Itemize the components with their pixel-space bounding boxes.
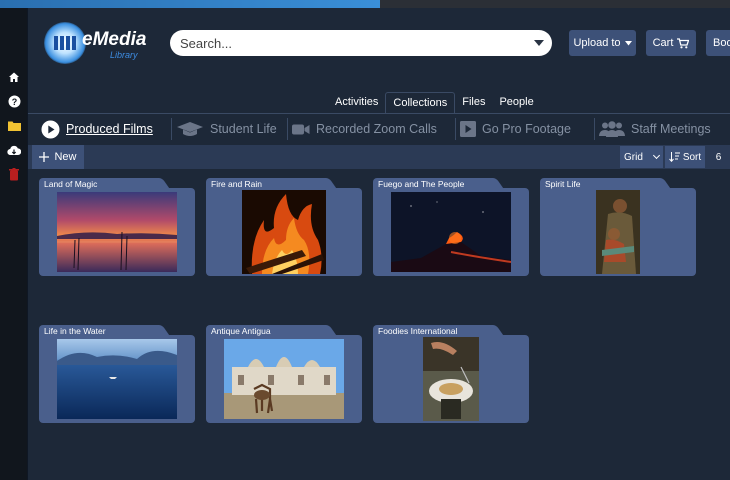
play-icon [41, 120, 60, 138]
folder-card[interactable]: Land of Magic [39, 178, 195, 276]
book-label: Boo [713, 37, 730, 49]
header: eMedia Library Upload to Cart Boo [28, 8, 730, 82]
folder-card[interactable]: Foodies International [373, 325, 529, 423]
search-box[interactable] [170, 30, 552, 56]
cloud-download-icon[interactable] [7, 143, 21, 157]
folder-card[interactable]: Fire and Rain [206, 178, 362, 276]
book-button[interactable]: Boo [706, 30, 730, 56]
collection-separator [287, 118, 288, 140]
folder-card[interactable]: Spirit Life [540, 178, 696, 276]
home-icon[interactable] [7, 70, 21, 84]
tab-collections[interactable]: Collections [385, 92, 456, 114]
chevron-down-icon [652, 151, 661, 160]
help-icon[interactable]: ? [7, 94, 21, 108]
folder-card[interactable]: Fuego and The People [373, 178, 529, 276]
cart-button[interactable]: Cart [646, 30, 696, 56]
video-camera-icon [292, 124, 310, 134]
collection-produced-films[interactable]: Produced Films [41, 114, 153, 144]
app-main: eMedia Library Upload to Cart Boo Activi… [28, 8, 730, 480]
folder-name[interactable]: Land of Magic [44, 179, 97, 189]
collection-staff-meetings[interactable]: Staff Meetings [594, 114, 711, 144]
folder-name[interactable]: Fuego and The People [378, 179, 464, 189]
top-dark-strip [380, 0, 730, 8]
tab-files[interactable]: Files [455, 92, 492, 114]
sort-icon [668, 152, 680, 162]
view-select-label: Grid [624, 151, 643, 163]
collection-label: Recorded Zoom Calls [316, 122, 437, 136]
folder-thumbnail-blue-lake[interactable] [57, 339, 177, 419]
plus-icon [39, 152, 50, 162]
tab-people[interactable]: People [492, 92, 540, 114]
cart-icon [677, 37, 690, 48]
folder-name[interactable]: Life in the Water [44, 326, 106, 336]
top-accent-strip [0, 0, 380, 8]
svg-text:?: ? [11, 97, 17, 107]
collection-student-life[interactable]: Student Life [171, 114, 277, 144]
chevron-down-icon [624, 40, 632, 45]
collection-label: Staff Meetings [631, 122, 711, 136]
cart-label: Cart [652, 37, 674, 49]
folder-thumbnail-mother-child[interactable] [596, 190, 640, 274]
folder-thumbnail-campfire[interactable] [242, 190, 326, 274]
left-rail: ? [0, 8, 27, 480]
sort-label: Sort [682, 151, 702, 163]
search-input[interactable] [180, 33, 520, 53]
collection-separator [455, 118, 456, 140]
folder-name[interactable]: Antique Antigua [211, 326, 271, 336]
view-select[interactable]: Grid [620, 146, 663, 168]
folder-name[interactable]: Foodies International [378, 326, 457, 336]
trash-icon[interactable] [7, 167, 21, 181]
play-square-icon [460, 121, 476, 137]
folder-name[interactable]: Fire and Rain [211, 179, 262, 189]
collection-recorded-zoom-calls[interactable]: Recorded Zoom Calls [287, 114, 437, 144]
folder-icon[interactable] [7, 118, 21, 132]
folder-thumbnail-food-plate[interactable] [423, 337, 479, 421]
emedia-logo[interactable]: eMedia Library [44, 20, 147, 64]
folder-thumbnail-town-donkey[interactable] [224, 339, 344, 419]
logo-subtext: Library [110, 50, 138, 60]
graduation-cap-icon [177, 121, 203, 136]
folder-card[interactable]: Life in the Water [39, 325, 195, 423]
collection-label: Produced Films [66, 122, 153, 136]
folder-name[interactable]: Spirit Life [545, 179, 580, 189]
new-button[interactable]: New [32, 145, 84, 169]
logo-text: eMedia [82, 29, 147, 50]
upload-to-button[interactable]: Upload to [569, 30, 636, 56]
collection-bar: Produced Films Student Life Recorded Zoo… [28, 114, 730, 144]
collection-separator [171, 118, 172, 140]
main-tabs: Activities Collections Files People [328, 92, 541, 114]
folder-thumbnail-volcano-night[interactable] [391, 192, 511, 272]
new-label: New [54, 151, 77, 163]
collection-label: Go Pro Footage [482, 122, 571, 136]
logo-bars [54, 36, 78, 50]
sort-button[interactable]: Sort [665, 146, 705, 168]
item-count: 6 [707, 146, 730, 168]
tab-activities[interactable]: Activities [328, 92, 385, 114]
folder-card[interactable]: Antique Antigua [206, 325, 362, 423]
search-dropdown-caret-icon[interactable] [534, 40, 544, 46]
collection-label: Student Life [210, 122, 277, 136]
collection-go-pro-footage[interactable]: Go Pro Footage [455, 114, 571, 144]
upload-to-label: Upload to [573, 37, 621, 49]
collection-separator [594, 118, 595, 140]
folder-thumbnail-sunset-lake[interactable] [57, 192, 177, 272]
users-icon [599, 121, 625, 137]
toolbar: New Grid Sort 6 [28, 145, 730, 169]
